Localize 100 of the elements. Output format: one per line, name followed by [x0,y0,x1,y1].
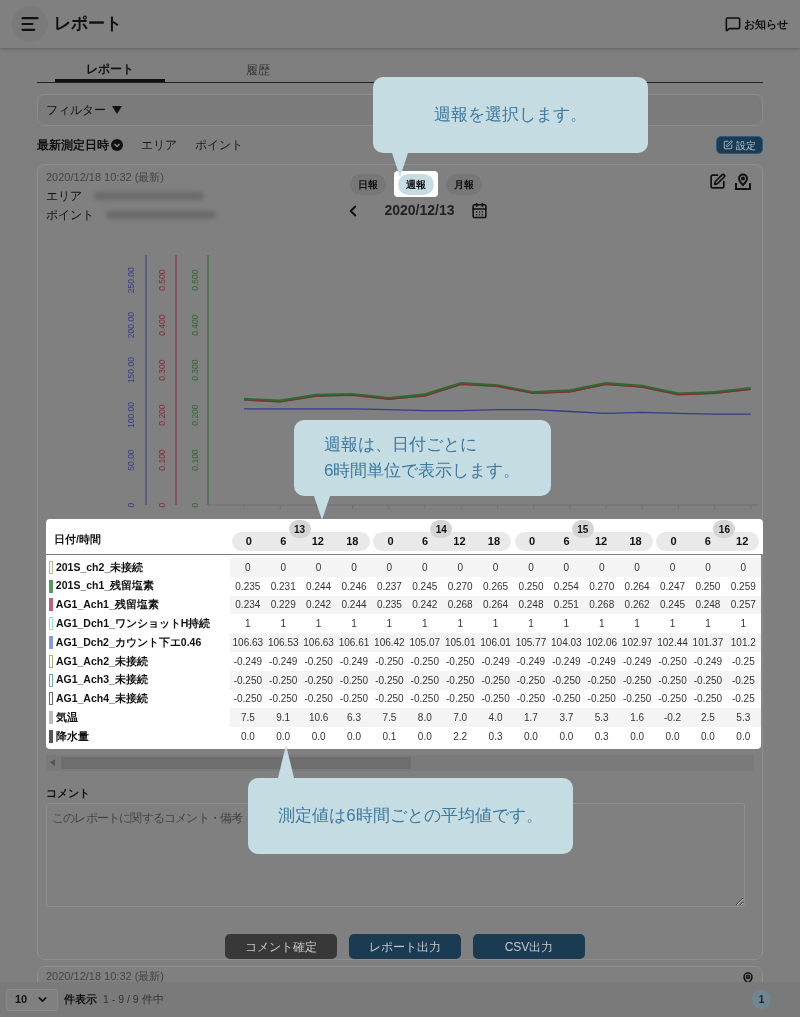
table-cell-text: 0.254 [552,579,580,594]
table-cell-text: 0 [668,560,677,575]
hour-header: 18 [486,534,502,550]
axis-tick-label: 0.100 [157,449,167,471]
table-cell-text: 105.77 [514,636,548,651]
table-cell-text: 1 [668,617,677,632]
result-count: 1 - 9 / 9 件中 [103,991,164,1007]
table-cell-text: 106.63 [231,636,265,651]
table-cell-text: 4.0 [487,711,504,726]
table-cell-text: 0.0 [346,730,362,745]
table-cell-text: -0.250 [551,692,582,707]
table-cell-text: 0.270 [446,579,474,594]
table-cell-text: 1 [704,617,712,632]
axis-tick-label: 0.400 [157,314,167,336]
table-cell-text: 1.7 [523,711,539,726]
axis-tick-label: 0 [190,502,200,508]
table-cell-text: 1 [491,617,500,632]
table-cell-text: 2.5 [699,711,716,726]
hour-header: 18 [628,534,643,550]
day-badge: 14 [430,520,453,538]
table-cell-text: -0.25 [730,692,756,707]
table-cell-text: 1 [244,617,252,632]
axis-tick-label: 0.400 [190,314,200,336]
axis-tick-label: 0.100 [190,449,200,471]
table-cell-text: -0.250 [338,673,370,688]
table-cell-text: 0.247 [659,579,687,594]
table-cell-text: -0.25 [730,673,756,688]
row-label: AG1_Ach3_未接続 [55,672,149,688]
table-cell-text: -0.25 [730,654,756,669]
table-cell-text: 0.262 [623,598,651,613]
table-cell-text: -0.250 [409,673,440,688]
table-cell-text: 0.244 [340,598,368,613]
table-cell-text: 0.251 [552,598,580,613]
table-cell-text: 1 [279,617,287,632]
axis-tick-label: 50.00 [126,449,136,471]
hour-header: 0 [669,534,678,550]
table-cell-text: -0.250 [515,673,547,688]
table-cell-text: -0.249 [515,654,547,669]
table-cell-text: -0.250 [374,673,405,688]
table-cell-text: 0.235 [375,598,403,613]
table-cell-text: 0.242 [411,598,439,613]
table-cell-text: -0.250 [657,654,688,669]
table-cell-text: 0 [704,560,712,575]
table-cell-text: 0.235 [234,579,262,594]
table-cell-text: 1 [350,617,358,632]
table-cell-text: -0.250 [551,673,582,688]
column-header: 日付/時間 [53,532,102,548]
table-cell-text: 1 [421,617,429,632]
table-cell-text: 0.231 [269,579,297,594]
table-cell-text: 9.1 [275,711,292,726]
table-cell-text: 0.259 [729,579,757,594]
table-cell-text: 102.97 [620,636,654,651]
axis-tick-label: 150.00 [126,357,136,384]
table-cell-text: 0.0 [239,730,256,745]
table-cell-text: 0 [633,560,641,575]
table-cell-text: 0.1 [381,730,398,745]
table-cell-text: -0.250 [657,673,688,688]
table-cell-text: 0.250 [517,579,545,594]
table-cell-text: 102.06 [585,636,619,651]
table-cell-text: 0.0 [558,730,575,745]
table-cell-text: 0.0 [699,730,716,745]
table-cell-text: 0.0 [664,730,681,745]
hour-header: 0 [528,534,537,550]
axis-tick-label: 0.300 [190,359,200,381]
row-label: 気温 [55,709,79,725]
table-cell-text: 7.5 [381,711,398,726]
table-cell-text: 0.248 [694,598,722,613]
table-cell-text: 0 [244,560,252,575]
table-cell-text: 6.3 [346,711,362,726]
axis-tick-label: 0.200 [157,404,167,426]
table-cell-text: -0.250 [374,692,405,707]
hour-header: 6 [420,534,430,550]
table-cell-text: 0.244 [305,579,333,594]
axis-tick-label: 0 [157,502,167,508]
table-cell-text: -0.249 [586,654,617,669]
axis-tick-label: 0.200 [190,404,200,426]
table-cell-text: 0 [385,560,394,575]
hour-header: 0 [244,534,253,550]
table-cell-text: 104.03 [550,636,583,651]
table-cell-text: 1 [562,617,571,632]
day-badge: 16 [713,520,736,538]
table-cell-text: -0.249 [480,654,511,669]
table-cell-text: 0.237 [375,579,403,594]
table-cell-text: -0.250 [338,692,370,707]
table-cell-text: -0.250 [374,654,405,669]
row-label: AG1_Ach4_未接続 [55,691,149,707]
table-cell-text: 0.3 [487,730,504,745]
day-badge: 15 [571,520,594,538]
table-cell-text: 0.250 [694,579,722,594]
table-cell-text: -0.250 [621,692,653,707]
table-cell-text: 0.242 [305,598,333,613]
table-cell-text: -0.250 [657,692,688,707]
table-cell-text: 0 [350,560,358,575]
hour-header: 12 [593,534,609,550]
table-cell-text: -0.250 [303,654,334,669]
comment-label: コメント [46,785,91,801]
table-cell-text: -0.250 [268,692,299,707]
table-cell-text: -0.250 [232,692,263,707]
table-cell-text: -0.249 [268,654,299,669]
row-label: 降水量 [55,728,90,744]
